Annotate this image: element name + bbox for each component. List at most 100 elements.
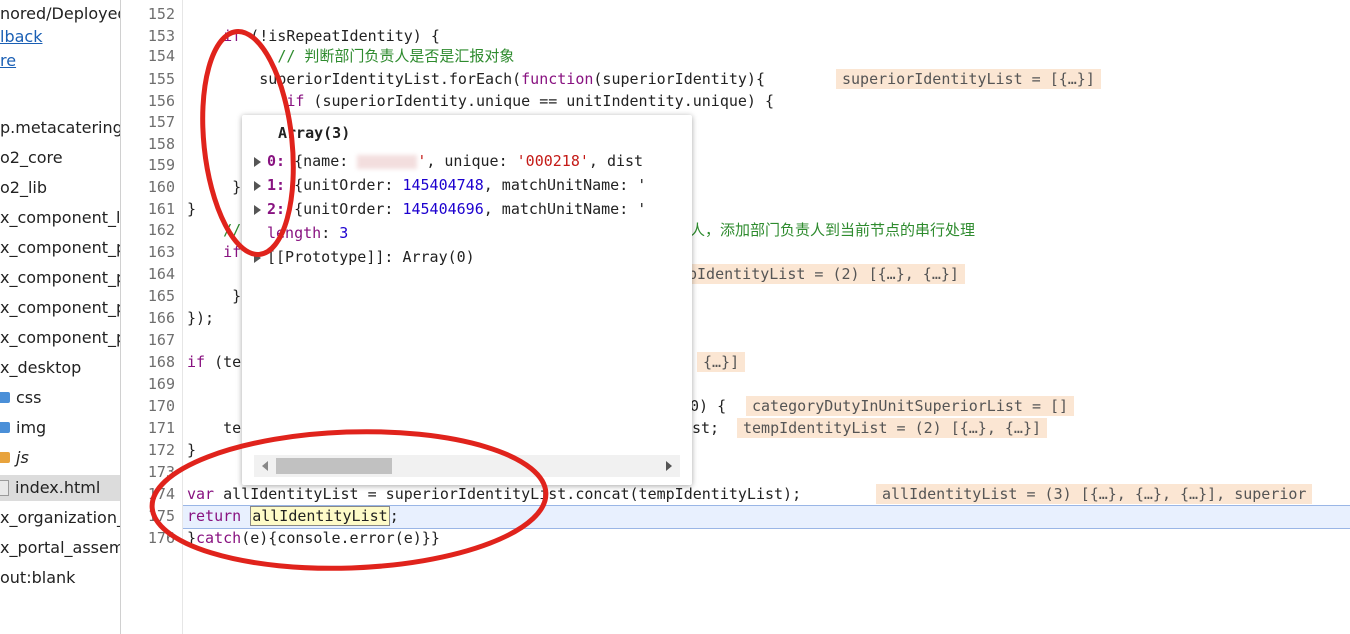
file-tree-item[interactable]: o2_lib xyxy=(0,175,47,201)
line-number[interactable]: 152 xyxy=(120,3,175,25)
code-line: 152 xyxy=(120,3,187,25)
file-tree-item[interactable]: x_component_p xyxy=(0,235,121,261)
file-tree-item[interactable]: x_organization_ xyxy=(0,505,120,531)
file-tree-item[interactable]: x_component_p xyxy=(0,295,121,321)
folder-icon xyxy=(0,452,10,463)
code-line: 167 xyxy=(120,329,187,351)
file-tree-item[interactable]: index.html xyxy=(0,475,120,501)
line-number[interactable]: 174 xyxy=(120,483,175,505)
line-number[interactable]: 164 xyxy=(120,263,175,285)
file-tree-label: x_portal_assem xyxy=(0,538,121,557)
code-text: 0) { xyxy=(690,397,727,415)
file-navigator: nored/Deployed lback re p.metacatering. o2_c… xyxy=(0,0,121,634)
keyword: catch xyxy=(196,529,242,547)
line-number[interactable]: 169 xyxy=(120,373,175,395)
hovered-expression[interactable]: allIdentityList xyxy=(250,506,390,526)
line-number[interactable]: 175 xyxy=(120,505,175,527)
code-text: (te xyxy=(205,353,242,371)
line-number[interactable]: 157 xyxy=(120,111,175,133)
file-tree-item[interactable]: x_portal_assem xyxy=(0,535,121,561)
code-text: (superiorIdentity.unique == unitIndentit… xyxy=(304,92,775,110)
file-tree-label: p.metacatering. xyxy=(0,118,121,137)
inline-value: superiorIdentityList = [{…}] xyxy=(836,69,1101,89)
file-tree-item[interactable]: js xyxy=(0,445,29,471)
file-tree-item[interactable]: css xyxy=(0,385,41,411)
scroll-right-icon[interactable] xyxy=(666,461,672,471)
code-line: 174 var allIdentityList = superiorIdentit… xyxy=(120,483,801,505)
keyword: var xyxy=(187,485,215,503)
file-tree-item[interactable]: img xyxy=(0,415,46,441)
line-number[interactable]: 156 xyxy=(120,90,175,112)
code-line: 163 if xyxy=(120,241,241,263)
redacted-value xyxy=(357,154,418,169)
code-line: 164 xyxy=(120,263,187,285)
code-text: st; xyxy=(692,419,720,437)
line-number[interactable]: 154 xyxy=(120,45,175,67)
line-number[interactable]: 171 xyxy=(120,417,175,439)
code-comment: // 判断部门负责人是否是汇报对象 xyxy=(277,47,515,65)
array-entry[interactable]: 2: {unitOrder: 145404696, matchUnitName:… xyxy=(254,197,646,221)
file-tree-label: x_component_p xyxy=(0,268,121,287)
line-number[interactable]: 159 xyxy=(120,154,175,176)
line-number[interactable]: 161 xyxy=(120,198,175,220)
code-text: te xyxy=(223,419,242,437)
code-text: ; xyxy=(389,507,399,525)
code-line: 161} xyxy=(120,198,196,220)
line-number[interactable]: 153 xyxy=(120,25,175,47)
code-text: (superiorIdentity){ xyxy=(593,70,765,88)
file-tree-label: x_component_p xyxy=(0,238,121,257)
code-line: 159 xyxy=(120,154,187,176)
file-tree-item[interactable]: re xyxy=(0,48,16,74)
keyword: if xyxy=(223,27,242,45)
array-entry[interactable]: 1: {unitOrder: 145404748, matchUnitName:… xyxy=(254,173,646,197)
file-tree-item[interactable]: x_component_l xyxy=(0,205,120,231)
horizontal-scrollbar[interactable] xyxy=(254,455,680,477)
file-tree-item[interactable]: p.metacatering. xyxy=(0,115,121,141)
line-number[interactable]: 173 xyxy=(120,461,175,483)
line-number[interactable]: 170 xyxy=(120,395,175,417)
line-number[interactable]: 155 xyxy=(120,68,175,90)
code-line: 160 } xyxy=(120,176,241,198)
file-tree-item[interactable]: x_component_p xyxy=(0,265,121,291)
code-line: 153 if (!isRepeatIdentity) { xyxy=(120,25,440,47)
code-line: 170 xyxy=(120,395,187,417)
file-tree-item[interactable]: x_component_p xyxy=(0,325,120,351)
code-text: } xyxy=(187,441,197,459)
line-number[interactable]: 158 xyxy=(120,133,175,155)
code-text: superiorIdentityList.forEach( xyxy=(259,70,522,88)
file-tree-label: x_component_p xyxy=(0,298,121,317)
scrollbar-thumb[interactable] xyxy=(276,458,392,474)
file-tree-label: o2_lib xyxy=(0,178,48,197)
file-tree-item[interactable]: o2_core xyxy=(0,145,63,171)
value-preview-popover: Array(3) 0: {name: ', unique: '000218', … xyxy=(242,115,692,485)
line-number[interactable]: 162 xyxy=(120,219,175,241)
keyword: if xyxy=(223,243,242,261)
expand-arrow-icon[interactable] xyxy=(254,204,261,215)
line-number[interactable]: 176 xyxy=(120,527,175,549)
line-number[interactable]: 165 xyxy=(120,285,175,307)
scroll-left-icon[interactable] xyxy=(262,461,268,471)
folder-icon xyxy=(0,422,10,433)
line-number[interactable]: 166 xyxy=(120,307,175,329)
line-number[interactable]: 172 xyxy=(120,439,175,461)
line-number[interactable]: 168 xyxy=(120,351,175,373)
file-tree-label: out:blank xyxy=(0,568,76,587)
file-tree-item[interactable]: out:blank xyxy=(0,565,75,591)
expand-arrow-icon[interactable] xyxy=(254,252,261,263)
code-line: 168 if (te xyxy=(120,351,241,373)
line-number[interactable]: 163 xyxy=(120,241,175,263)
file-tree-item[interactable]: lback xyxy=(0,24,42,50)
line-number[interactable]: 160 xyxy=(120,176,175,198)
code-text: }); xyxy=(187,309,215,327)
prototype-entry[interactable]: [[Prototype]]: Array(0) xyxy=(254,245,475,269)
expand-arrow-icon[interactable] xyxy=(254,180,261,191)
file-tree-item[interactable]: x_desktop xyxy=(0,355,81,381)
keyword: return xyxy=(187,507,242,525)
array-entry[interactable]: 0: {name: ', unique: '000218', dist xyxy=(254,149,643,173)
file-tree-label: o2_core xyxy=(0,148,63,167)
keyword: if xyxy=(286,92,305,110)
expand-arrow-icon[interactable] xyxy=(254,156,261,167)
line-number[interactable]: 167 xyxy=(120,329,175,351)
code-comment: // xyxy=(223,221,242,239)
code-line: 162 // xyxy=(120,219,241,241)
